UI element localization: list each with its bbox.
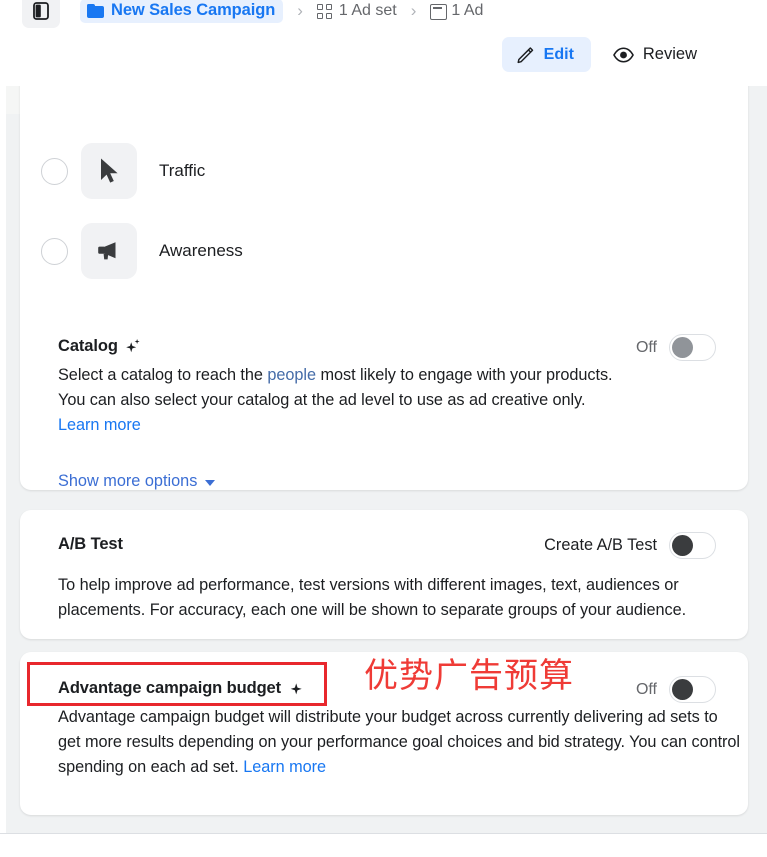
radio-awareness[interactable] <box>41 237 68 265</box>
advantage-budget-learn-more-link[interactable]: Learn more <box>243 758 326 776</box>
cursor-arrow-icon <box>81 143 137 199</box>
review-button[interactable]: Review <box>607 37 703 72</box>
chevron-down-icon <box>205 480 216 486</box>
catalog-description: Select a catalog to reach the people mos… <box>58 363 618 438</box>
campaign-objective-card: Traffic Awareness Catalog Off Select a c… <box>20 86 748 490</box>
editor-scroll-body[interactable]: Traffic Awareness Catalog Off Select a c… <box>0 86 767 833</box>
breadcrumb-campaign-label: New Sales Campaign <box>111 1 276 19</box>
radio-traffic[interactable] <box>41 157 68 185</box>
review-button-label: Review <box>642 45 697 63</box>
ab-test-title: A/B Test <box>58 535 123 553</box>
ab-test-toggle[interactable] <box>669 532 716 559</box>
advantage-budget-toggle-state-label: Off <box>635 680 657 698</box>
breadcrumb-separator-2: › <box>410 1 417 20</box>
sparkle-icon <box>126 339 140 353</box>
left-gutter <box>6 86 20 833</box>
sidebar-panel-glyph <box>33 2 49 20</box>
ab-test-toggle-knob <box>672 535 693 556</box>
advantage-budget-toggle-group: Off <box>636 676 716 703</box>
breadcrumb: New Sales Campaign › 1 Ad set › 1 Ad <box>22 0 483 28</box>
ad-card-icon <box>430 3 448 20</box>
advantage-budget-description: Advantage campaign budget will distribut… <box>58 705 742 780</box>
megaphone-glyph <box>98 242 116 260</box>
bottom-bar <box>0 834 767 857</box>
breadcrumb-ad-label: 1 Ad <box>451 2 484 19</box>
advantage-budget-toggle[interactable] <box>669 676 716 703</box>
catalog-description-part1: Select a catalog to reach the <box>58 366 268 384</box>
catalog-heading: Catalog <box>58 337 141 356</box>
breadcrumb-adset-label: 1 Ad set <box>338 2 397 19</box>
ab-test-toggle-label: Create A/B Test <box>544 536 657 554</box>
breadcrumb-separator-1: › <box>297 1 303 20</box>
ab-test-toggle-group: Create A/B Test <box>544 532 716 559</box>
megaphone-icon <box>81 223 137 279</box>
catalog-title: Catalog <box>58 337 118 355</box>
advantage-budget-description-text: Advantage campaign budget will distribut… <box>58 708 741 776</box>
objective-option-traffic[interactable]: Traffic <box>41 143 205 199</box>
breadcrumb-item-ad[interactable]: 1 Ad <box>430 2 483 20</box>
folder-icon <box>87 3 104 18</box>
breadcrumb-item-campaign[interactable]: New Sales Campaign <box>80 0 284 23</box>
catalog-toggle-knob <box>672 337 693 358</box>
advantage-budget-title: Advantage campaign budget <box>58 679 282 697</box>
show-more-options-button[interactable]: Show more options <box>58 472 216 491</box>
advantage-campaign-budget-card: Advantage campaign budget Off Advantage … <box>20 652 748 815</box>
left-gutter-top <box>6 86 20 114</box>
breadcrumb-item-adset[interactable]: 1 Ad set <box>316 2 397 20</box>
objective-label-traffic: Traffic <box>159 161 206 180</box>
advantage-budget-heading: Advantage campaign budget <box>58 679 305 698</box>
objective-option-awareness[interactable]: Awareness <box>41 223 243 279</box>
top-bar: New Sales Campaign › 1 Ad set › 1 Ad Edi… <box>0 0 767 86</box>
ab-test-description: To help improve ad performance, test ver… <box>58 576 687 619</box>
ab-test-card: A/B Test Create A/B Test To help improve… <box>20 510 748 639</box>
catalog-people-link[interactable]: people <box>267 366 316 384</box>
pencil-icon <box>517 47 533 64</box>
editor-action-row: Edit Review <box>501 37 703 72</box>
show-more-options-label: Show more options <box>58 472 198 490</box>
grid-icon <box>316 3 333 19</box>
eye-icon <box>612 46 634 63</box>
sparkle-icon <box>290 683 302 695</box>
catalog-learn-more-link[interactable]: Learn more <box>58 416 141 434</box>
catalog-toggle-group: Off <box>636 334 716 361</box>
edit-button-label: Edit <box>543 45 574 63</box>
objective-label-awareness: Awareness <box>159 241 243 260</box>
cursor-arrow-glyph <box>101 158 118 183</box>
catalog-toggle-state-label: Off <box>635 338 657 356</box>
edit-button[interactable]: Edit <box>501 37 591 72</box>
ads-manager-campaign-editor: New Sales Campaign › 1 Ad set › 1 Ad Edi… <box>0 0 767 857</box>
sidebar-panel-icon[interactable] <box>22 0 60 28</box>
catalog-toggle[interactable] <box>669 334 716 361</box>
advantage-budget-toggle-knob <box>672 679 693 700</box>
